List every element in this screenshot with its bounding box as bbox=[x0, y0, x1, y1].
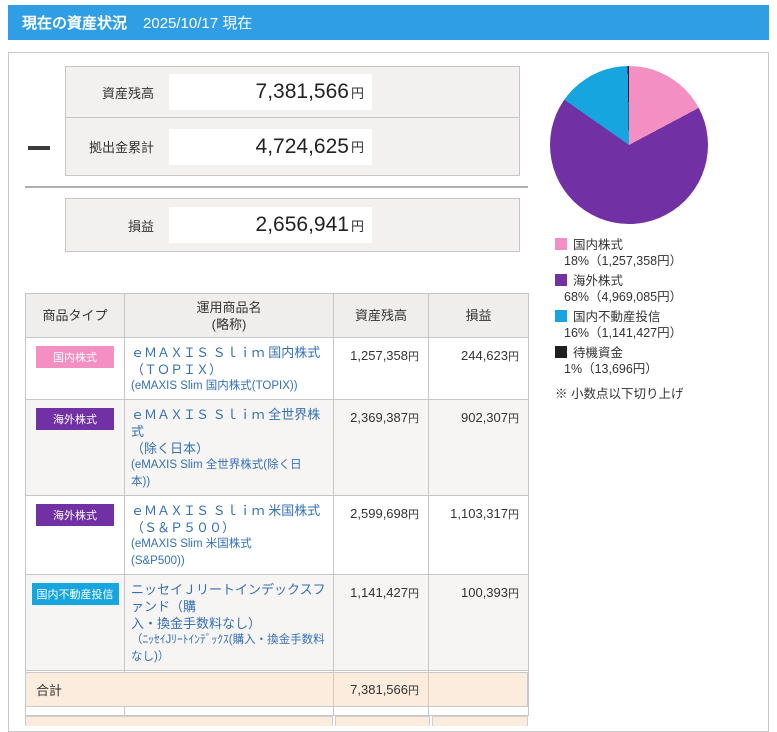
product-type-badge: 海外株式 bbox=[36, 504, 114, 526]
pie-legend: 国内株式 18%（1,257,358円） 海外株式 68%（4,969,085円… bbox=[555, 237, 770, 402]
gain-unit: 円 bbox=[350, 218, 364, 234]
product-type-badge: 国内株式 bbox=[36, 346, 114, 368]
legend-label: 国内不動産投信 bbox=[573, 310, 661, 324]
summary-box-group: 資産残高 7,381,566 円 拠出金累計 4,724,625 円 bbox=[65, 66, 520, 176]
product-abbr[interactable]: （ﾆｯｾｲJﾘｰﾄｲﾝﾃﾞｯｸｽ(購入・換金手数料 なし)） bbox=[131, 632, 328, 666]
gain-cell: 244,623円 bbox=[428, 337, 529, 400]
gain-cell: 100,393円 bbox=[428, 574, 529, 671]
next-table-cutoff bbox=[25, 716, 528, 726]
equals-divider-line bbox=[25, 186, 528, 188]
product-abbr[interactable]: (eMAXIS Slim 米国株式 (S&P500)) bbox=[131, 536, 328, 570]
table-header-row: 商品タイプ 運用商品名 (略称) 資産残高 損益 bbox=[25, 293, 529, 338]
col-header-product-type: 商品タイプ bbox=[25, 293, 125, 338]
legend-value: 1%（13,696円） bbox=[564, 362, 658, 376]
balance-summary-row: 資産残高 7,381,566 円 bbox=[66, 67, 519, 118]
gain-value: 2,656,941 bbox=[255, 213, 349, 236]
gain-summary-row: 損益 2,656,941 円 bbox=[66, 199, 519, 251]
legend-swatch-black bbox=[555, 346, 567, 358]
as-of-date: 2025/10/17 現在 bbox=[143, 15, 253, 32]
total-gain-empty-cell bbox=[429, 673, 527, 706]
legend-item-domestic-equity: 国内株式 18%（1,257,358円） bbox=[555, 237, 770, 269]
minus-operator-icon bbox=[28, 146, 50, 150]
contribution-label: 拠出金累計 bbox=[88, 140, 154, 155]
col-header-gain: 損益 bbox=[428, 293, 529, 338]
legend-value: 18%（1,257,358円） bbox=[564, 254, 683, 268]
contribution-value-box: 4,724,625 円 bbox=[169, 128, 372, 165]
product-name-link[interactable]: ｅＭＡＸＩＳ Ｓｌｉｍ 全世界株式 （除く日本） bbox=[131, 406, 328, 457]
legend-label: 国内株式 bbox=[573, 238, 624, 252]
balance-cell: 2,369,387円 bbox=[333, 399, 429, 496]
product-name-link[interactable]: ｅＭＡＸＩＳ Ｓｌｉｍ 国内株式 （ＴＯＰＩＸ） bbox=[131, 344, 328, 378]
contribution-unit: 円 bbox=[350, 140, 364, 155]
total-balance: 7,381,566 円 bbox=[334, 673, 429, 706]
product-type-badge: 海外株式 bbox=[36, 408, 114, 430]
page-header-bar: 現在の資産状況 2025/10/17 現在 bbox=[8, 5, 769, 40]
legend-item-domestic-reit: 国内不動産投信 16%（1,141,427円） bbox=[555, 309, 770, 341]
gain-box-group: 損益 2,656,941 円 bbox=[65, 198, 520, 252]
asset-allocation-pie-chart bbox=[550, 66, 708, 224]
product-table: 商品タイプ 運用商品名 (略称) 資産残高 損益 国内株式 ｅＭＡＸＩＳ Ｓｌｉ… bbox=[25, 293, 529, 716]
balance-cell: 2,599,698円 bbox=[333, 495, 429, 575]
product-abbr[interactable]: (eMAXIS Slim 全世界株式(除く日 本)) bbox=[131, 457, 328, 491]
gain-label: 損益 bbox=[127, 218, 154, 234]
legend-value: 68%（4,969,085円） bbox=[564, 290, 683, 304]
legend-label: 海外株式 bbox=[573, 274, 624, 288]
balance-cell: 1,141,427円 bbox=[333, 574, 429, 671]
legend-label: 待機資金 bbox=[573, 346, 624, 360]
legend-item-standby-funds: 待機資金 1%（13,696円） bbox=[555, 345, 770, 377]
gain-cell: 902,307円 bbox=[428, 399, 529, 496]
balance-unit: 円 bbox=[350, 85, 364, 101]
legend-swatch-pink bbox=[555, 238, 567, 250]
rounding-note: ※ 小数点以下切り上げ bbox=[555, 387, 684, 401]
contribution-value: 4,724,625 bbox=[255, 134, 349, 158]
gain-value-box: 2,656,941 円 bbox=[169, 207, 372, 243]
table-row: 海外株式 ｅＭＡＸＩＳ Ｓｌｉｍ 全世界株式 （除く日本） (eMAXIS Sl… bbox=[25, 399, 529, 496]
legend-swatch-purple bbox=[555, 274, 567, 286]
total-label: 合計 bbox=[26, 673, 334, 706]
product-abbr[interactable]: (eMAXIS Slim 国内株式(TOPIX)) bbox=[131, 378, 328, 395]
product-name-link[interactable]: ニッセイＪリートインデックスファンド（購 入・換金手数料なし） bbox=[131, 581, 328, 632]
gain-cell: 1,103,317円 bbox=[428, 495, 529, 575]
total-row: 合計 7,381,566 円 bbox=[25, 672, 528, 707]
product-name-link[interactable]: ｅＭＡＸＩＳ Ｓｌｉｍ 米国株式 （Ｓ＆Ｐ５００） bbox=[131, 502, 328, 536]
legend-swatch-blue bbox=[555, 310, 567, 322]
page-title: 現在の資産状況 bbox=[22, 15, 128, 32]
balance-label: 資産残高 bbox=[101, 85, 154, 101]
table-row: 国内株式 ｅＭＡＸＩＳ Ｓｌｉｍ 国内株式 （ＴＯＰＩＸ） (eMAXIS Sl… bbox=[25, 337, 529, 400]
asset-status-panel: 資産残高 7,381,566 円 拠出金累計 4,724,625 円 損益 2,… bbox=[8, 52, 769, 732]
col-header-balance: 資産残高 bbox=[333, 293, 429, 338]
balance-value-box: 7,381,566 円 bbox=[169, 74, 372, 110]
balance-cell: 1,257,358円 bbox=[333, 337, 429, 400]
table-row: 国内不動産投信 ニッセイＪリートインデックスファンド（購 入・換金手数料なし） … bbox=[25, 574, 529, 671]
balance-value: 7,381,566 bbox=[255, 80, 349, 103]
product-type-badge: 国内不動産投信 bbox=[31, 583, 119, 605]
contribution-summary-row: 拠出金累計 4,724,625 円 bbox=[66, 118, 519, 175]
table-row: 海外株式 ｅＭＡＸＩＳ Ｓｌｉｍ 米国株式 （Ｓ＆Ｐ５００） (eMAXIS S… bbox=[25, 495, 529, 575]
legend-item-foreign-equity: 海外株式 68%（4,969,085円） bbox=[555, 273, 770, 305]
col-header-product-name: 運用商品名 (略称) bbox=[124, 293, 334, 338]
legend-value: 16%（1,141,427円） bbox=[564, 326, 683, 340]
